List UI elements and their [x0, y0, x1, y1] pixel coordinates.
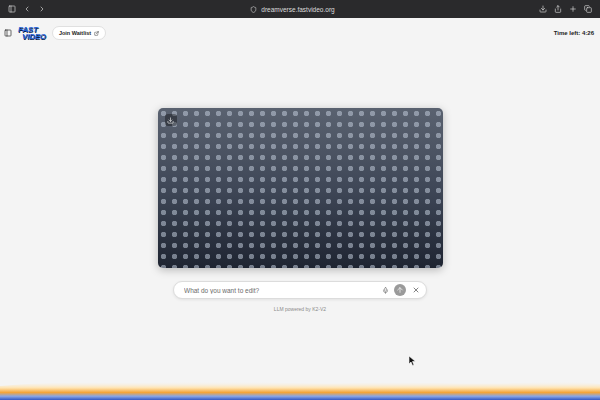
logo[interactable]: FASTVIDEO — [18, 26, 46, 40]
arrow-up-icon — [396, 286, 404, 294]
back-icon[interactable] — [23, 5, 31, 13]
shield-icon — [250, 6, 257, 13]
plus-icon[interactable] — [569, 5, 577, 13]
page: dreamverse.fastvideo.org FASTVIDEO Join Wa… — [0, 0, 600, 400]
main: LLM powered by K2-V2 — [0, 40, 600, 374]
sidebar-toggle-icon[interactable] — [8, 5, 16, 13]
header-left: FASTVIDEO Join Waitlist — [4, 26, 106, 40]
header: FASTVIDEO Join Waitlist Time left: 4:26 — [0, 18, 600, 40]
microphone-icon[interactable] — [382, 287, 389, 294]
glow-wave-icon — [0, 374, 600, 400]
send-button[interactable] — [394, 284, 406, 296]
browser-toolbar: dreamverse.fastvideo.org — [0, 0, 600, 18]
external-link-icon — [94, 31, 99, 36]
llm-credit: LLM powered by K2-V2 — [274, 306, 326, 312]
close-icon — [412, 286, 420, 294]
logo-text: FAST — [18, 26, 46, 33]
join-waitlist-button[interactable]: Join Waitlist — [52, 26, 106, 40]
browser-nav — [8, 5, 46, 13]
address-bar[interactable]: dreamverse.fastvideo.org — [242, 4, 342, 15]
wave-strip — [0, 374, 600, 400]
download-icon[interactable] — [539, 5, 547, 13]
close-button[interactable] — [411, 285, 421, 295]
video-download-button[interactable] — [165, 114, 177, 126]
browser-actions — [539, 5, 592, 13]
prompt-input[interactable] — [182, 286, 377, 295]
forward-icon[interactable] — [38, 5, 46, 13]
logo-text: VIDEO — [18, 33, 46, 40]
share-icon[interactable] — [554, 5, 562, 13]
video-frame — [158, 108, 443, 268]
mouse-cursor — [409, 352, 417, 362]
url-text: dreamverse.fastvideo.org — [261, 6, 334, 13]
tabs-icon[interactable] — [584, 5, 592, 13]
time-left: Time left: 4:26 — [554, 30, 594, 36]
prompt-bar — [173, 281, 427, 299]
sidebar-icon[interactable] — [4, 29, 12, 37]
download-icon — [167, 117, 174, 124]
cursor-arrow-icon — [409, 356, 417, 366]
